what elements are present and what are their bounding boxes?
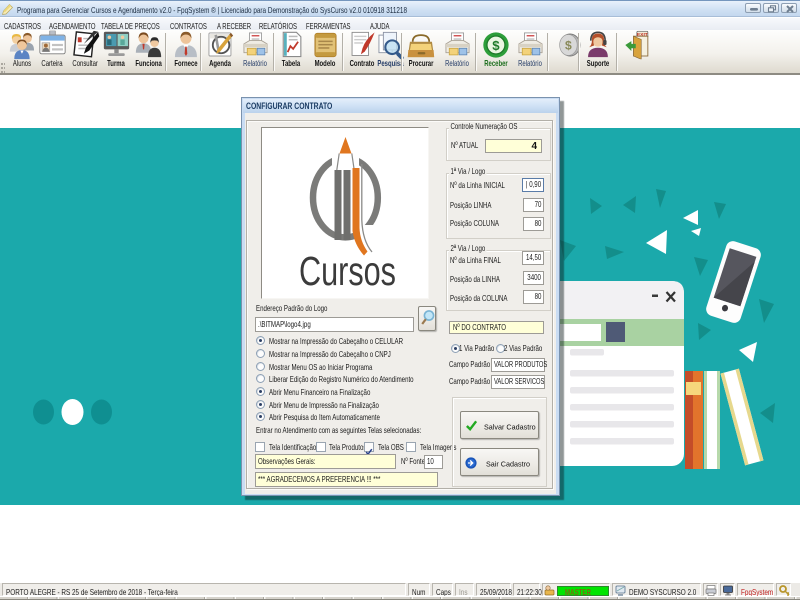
svg-text:$: $ bbox=[565, 38, 572, 52]
svg-text:Cursos: Cursos bbox=[299, 248, 396, 294]
svg-text:$: $ bbox=[492, 38, 500, 53]
